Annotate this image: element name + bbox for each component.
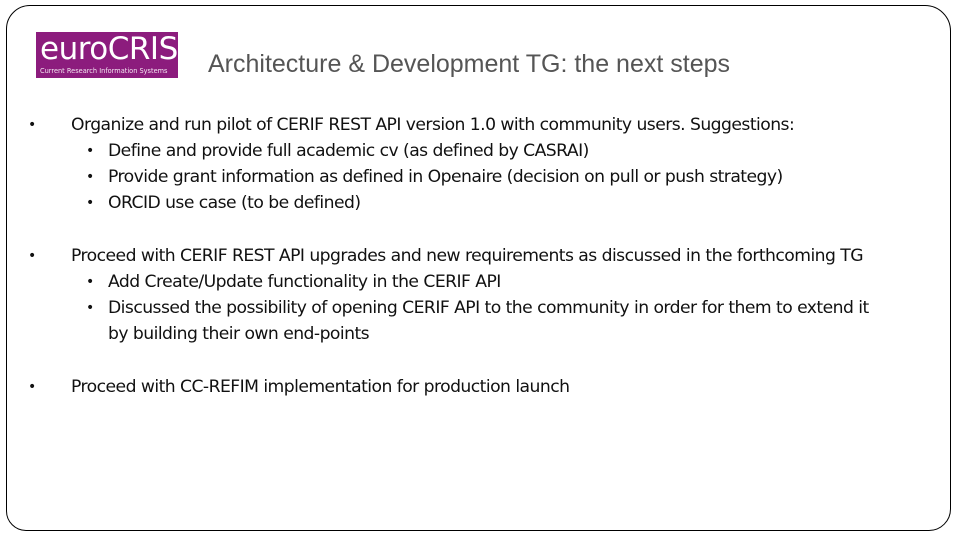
bullet-icon: • [28, 379, 36, 395]
bullet-1-text: Organize and run pilot of CERIF REST API… [71, 115, 795, 135]
bullet-2-sub-1: Add Create/Update functionality in the C… [108, 272, 501, 292]
bullet-icon: • [86, 143, 94, 159]
bullet-icon: • [86, 300, 94, 316]
bullet-icon: • [28, 248, 36, 264]
bullet-icon: • [28, 117, 36, 133]
slide-body: • Organize and run pilot of CERIF REST A… [0, 0, 960, 540]
bullet-2-sub-2: Discussed the possibility of opening CER… [108, 298, 869, 318]
bullet-icon: • [86, 274, 94, 290]
bullet-1-sub-3: ORCID use case (to be defined) [108, 193, 361, 213]
bullet-1-sub-2: Provide grant information as defined in … [108, 167, 783, 187]
bullet-icon: • [86, 169, 94, 185]
bullet-2-sub-2-continuation: by building their own end-points [108, 324, 370, 344]
bullet-2-text: Proceed with CERIF REST API upgrades and… [71, 246, 864, 266]
bullet-3-text: Proceed with CC-REFIM implementation for… [71, 377, 570, 397]
bullet-1-sub-1: Define and provide full academic cv (as … [108, 141, 589, 161]
bullet-icon: • [86, 195, 94, 211]
